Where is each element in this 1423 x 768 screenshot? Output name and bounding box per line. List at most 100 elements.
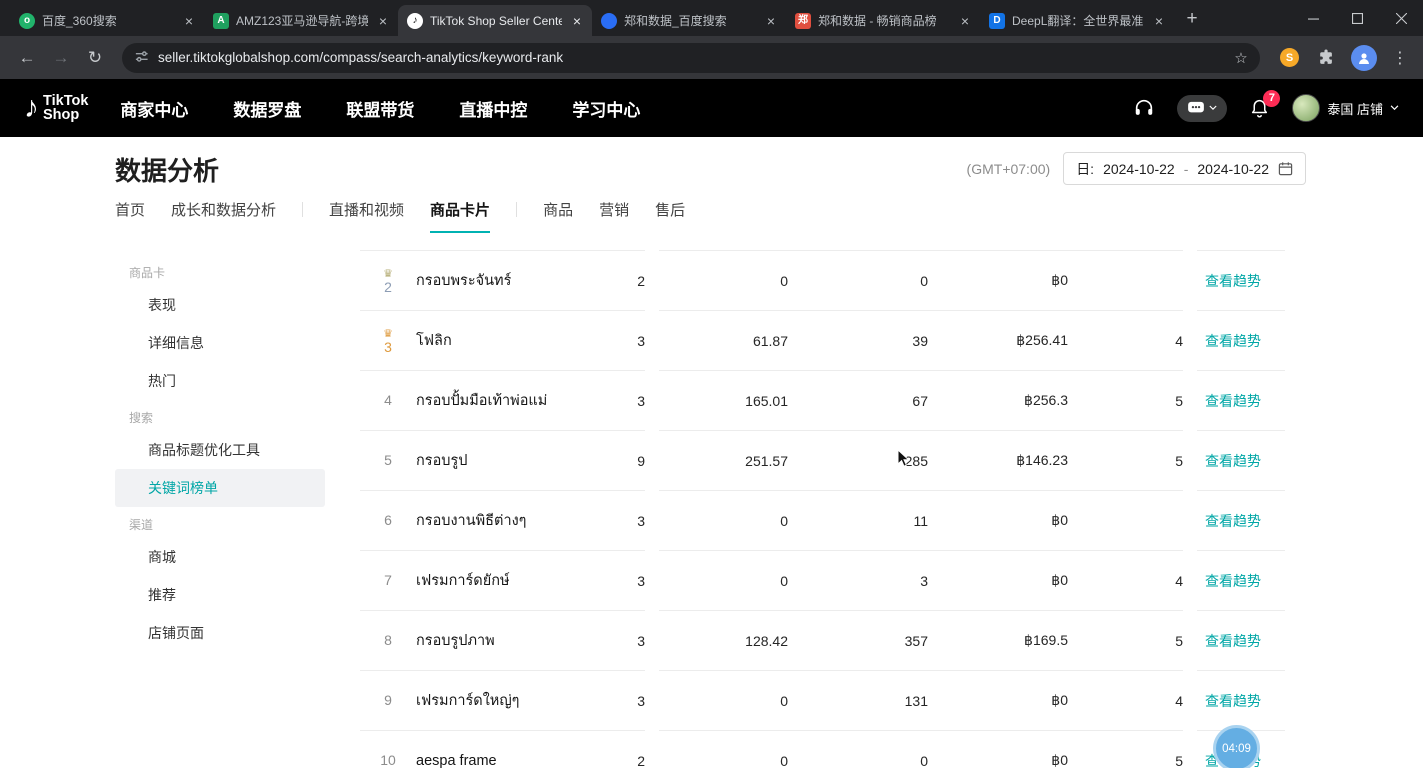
browser-tab[interactable]: 郑和数据_百度搜索 × (592, 5, 786, 36)
sidebar-item[interactable]: 推荐 (115, 576, 325, 614)
clipped-metric-cell: 3 (630, 671, 645, 731)
shop-switcher[interactable]: 泰国 店铺 (1292, 94, 1399, 122)
bookmark-star-icon[interactable]: ☆ (1230, 47, 1252, 69)
metric-cell (788, 233, 928, 251)
clipped-metric-cell: 5 (1068, 371, 1183, 431)
view-trend-link[interactable]: 查看趋势 (1205, 391, 1261, 411)
date-range-picker[interactable]: 日: 2024-10-22 - 2024-10-22 (1063, 152, 1306, 185)
sidebar-item[interactable]: 表现 (115, 286, 325, 324)
rank-number: 7 (384, 574, 392, 587)
logo-line2: Shop (43, 108, 88, 122)
tab-close-icon[interactable]: × (181, 13, 197, 29)
sidebar-item[interactable]: 商品标题优化工具 (115, 431, 325, 469)
recording-timer[interactable]: 04:09 (1213, 725, 1260, 768)
action-cell (1197, 233, 1285, 251)
clipped-metric-cell: 9 (630, 431, 645, 491)
recording-time: 04:09 (1222, 743, 1251, 755)
nav-item[interactable]: 联盟带货 (346, 96, 414, 121)
tab-close-icon[interactable]: × (763, 13, 779, 29)
view-trend-link[interactable]: 查看趋势 (1205, 271, 1261, 291)
rank-cell: 5 (360, 431, 416, 491)
shop-name: 泰国 店铺 (1327, 99, 1383, 118)
date-start: 2024-10-22 (1103, 161, 1175, 177)
sidebar-item[interactable]: 关键词榜单 (115, 469, 325, 507)
view-trend-link[interactable]: 查看趋势 (1205, 691, 1261, 711)
tiktok-shop-logo[interactable]: ♪ TikTok Shop (24, 93, 88, 123)
browser-tab[interactable]: A AMZ123亚马逊导航-跨境 × (204, 5, 398, 36)
amount-cell: ฿0 (928, 251, 1068, 311)
browser-profile-avatar[interactable] (1351, 45, 1377, 71)
extension-s-icon[interactable]: S (1280, 48, 1299, 67)
notifications-button[interactable]: 7 (1249, 98, 1270, 119)
tab-group-divider (516, 202, 517, 217)
messages-button[interactable] (1177, 95, 1227, 122)
browser-tab[interactable]: D DeepL翻译：全世界最准 × (980, 5, 1174, 36)
window-close-button[interactable] (1379, 0, 1423, 36)
sidebar-group-label: 搜索 (115, 400, 325, 431)
clipped-metric-cell: 2 (630, 251, 645, 311)
metric-cell: 0 (659, 491, 788, 551)
analytics-tab[interactable]: 首页 (115, 199, 145, 231)
site-info-icon[interactable] (134, 49, 149, 67)
back-button[interactable]: ← (12, 43, 42, 73)
amount-cell: ฿146.23 (928, 431, 1068, 491)
amount-cell: ฿256.41 (928, 311, 1068, 371)
extensions-puzzle-icon[interactable] (1311, 44, 1339, 72)
sidebar-item[interactable]: 店铺页面 (115, 614, 325, 652)
mouse-cursor (897, 449, 911, 469)
date-end: 2024-10-22 (1197, 161, 1269, 177)
nav-item[interactable]: 学习中心 (572, 96, 640, 121)
sidebar-item[interactable]: 商城 (115, 538, 325, 576)
analytics-tab[interactable]: 商品 (543, 199, 573, 231)
rank-cell: 4 (360, 371, 416, 431)
analytics-tab[interactable]: 商品卡片 (430, 199, 490, 234)
new-tab-button[interactable]: + (1178, 5, 1206, 33)
view-trend-link[interactable]: 查看趋势 (1205, 631, 1261, 651)
browser-tab[interactable]: o 百度_360搜索 × (10, 5, 204, 36)
action-cell: 查看趋势 (1197, 491, 1285, 551)
tab-close-icon[interactable]: × (957, 13, 973, 29)
sidebar-item[interactable]: 详细信息 (115, 324, 325, 362)
sidebar-group-label: 商品卡 (115, 255, 325, 286)
tab-close-icon[interactable]: × (569, 13, 585, 29)
tab-close-icon[interactable]: × (1151, 13, 1167, 29)
browser-tab[interactable]: 郑 郑和数据 - 畅销商品榜 × (786, 5, 980, 36)
clipped-metric-cell: 5 (1068, 611, 1183, 671)
nav-item[interactable]: 直播中控 (459, 96, 527, 121)
nav-item[interactable]: 数据罗盘 (233, 96, 301, 121)
tab-favicon (601, 13, 617, 29)
view-trend-link[interactable]: 查看趋势 (1205, 571, 1261, 591)
browser-menu-icon[interactable]: ⋮ (1389, 44, 1411, 72)
clipped-metric-cell: 3 (630, 311, 645, 371)
tab-title: 郑和数据_百度搜索 (624, 12, 756, 29)
analytics-tab[interactable]: 售后 (655, 199, 685, 231)
metric-cell: 357 (788, 611, 928, 671)
table-row: 6กรอบงานพิธีต่างๆ3011฿0查看趋势 (360, 491, 1285, 551)
forward-button[interactable]: → (46, 43, 76, 73)
view-trend-link[interactable]: 查看趋势 (1205, 511, 1261, 531)
action-cell: 查看趋势 (1197, 671, 1285, 731)
refresh-button[interactable]: ↻ (80, 43, 110, 73)
support-headset-icon[interactable] (1133, 97, 1155, 119)
window-maximize-button[interactable] (1335, 0, 1379, 36)
browser-tab[interactable]: ♪ TikTok Shop Seller Cente × (398, 5, 592, 36)
url-bar[interactable]: seller.tiktokglobalshop.com/compass/sear… (122, 43, 1260, 73)
action-cell: 查看趋势 (1197, 311, 1285, 371)
tab-close-icon[interactable]: × (375, 13, 391, 29)
column-gap (645, 251, 659, 311)
action-cell: 查看趋势 (1197, 371, 1285, 431)
nav-item[interactable]: 商家中心 (120, 96, 188, 121)
analytics-tab[interactable]: 成长和数据分析 (171, 199, 276, 231)
view-trend-link[interactable]: 查看趋势 (1205, 331, 1261, 351)
screen: o 百度_360搜索 × A AMZ123亚马逊导航-跨境 × ♪ TikTok… (0, 0, 1423, 768)
column-gap (645, 611, 659, 671)
analytics-tab[interactable]: 直播和视频 (329, 199, 404, 231)
analytics-tab[interactable]: 营销 (599, 199, 629, 231)
tab-title: 郑和数据 - 畅销商品榜 (818, 12, 950, 29)
view-trend-link[interactable]: 查看趋势 (1205, 451, 1261, 471)
keyword-cell: กรอบพระจันทร์ (416, 251, 630, 311)
table-row: ♛2กรอบพระจันทร์200฿0查看趋势 (360, 251, 1285, 311)
sidebar-item[interactable]: 热门 (115, 362, 325, 400)
window-minimize-button[interactable] (1291, 0, 1335, 36)
logo-line1: TikTok (43, 94, 88, 108)
